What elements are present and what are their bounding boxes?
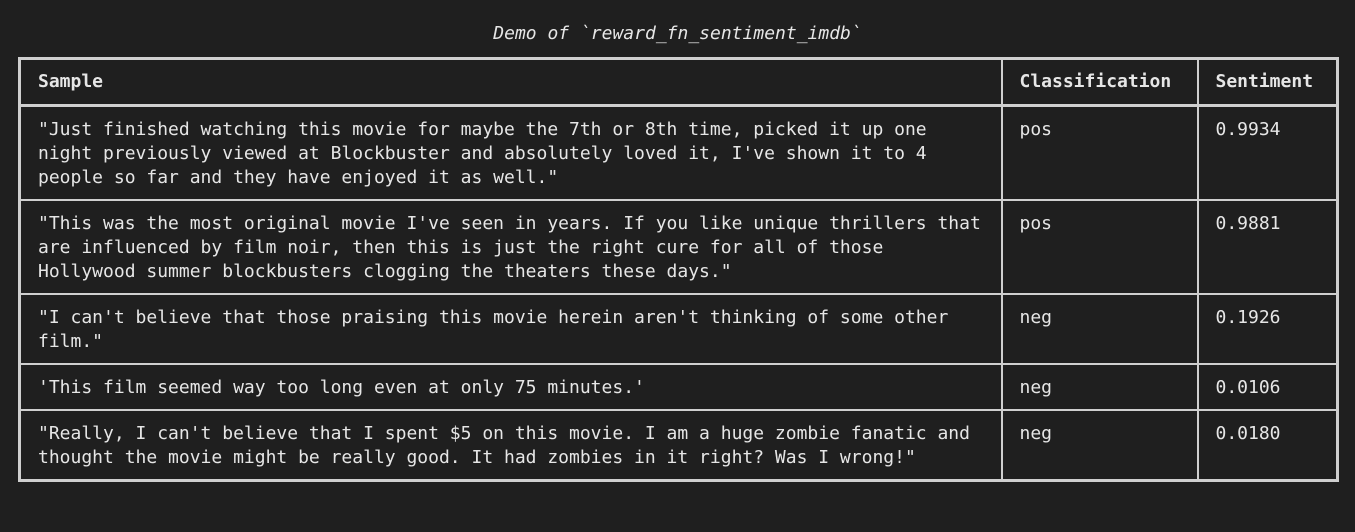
sentiment-cell: 0.1926	[1196, 293, 1339, 365]
classification-cell: neg	[1000, 293, 1199, 365]
classification-cell: pos	[1000, 104, 1199, 201]
sentiment-cell: 0.9934	[1196, 104, 1339, 201]
table-row: "Really, I can't believe that I spent $5…	[18, 409, 1339, 482]
sample-cell: "This was the most original movie I've s…	[18, 199, 1003, 295]
column-header-classification: Classification	[1000, 57, 1199, 107]
sample-cell: "Just finished watching this movie for m…	[18, 104, 1003, 201]
classification-cell: pos	[1000, 199, 1199, 295]
column-header-sentiment: Sentiment	[1196, 57, 1339, 107]
sentiment-cell: 0.9881	[1196, 199, 1339, 295]
sentiment-cell: 0.0180	[1196, 409, 1339, 482]
column-header-sample: Sample	[18, 57, 1003, 107]
table-header-row: Sample Classification Sentiment	[18, 57, 1339, 107]
table-row: "I can't believe that those praising thi…	[18, 293, 1339, 365]
table-caption: Demo of `reward_fn_sentiment_imdb`	[493, 23, 862, 44]
sample-cell: "Really, I can't believe that I spent $5…	[18, 409, 1003, 482]
sample-cell: 'This film seemed way too long even at o…	[18, 363, 1003, 411]
table-row: "Just finished watching this movie for m…	[18, 104, 1339, 201]
classification-cell: neg	[1000, 409, 1199, 482]
sample-cell: "I can't believe that those praising thi…	[18, 293, 1003, 365]
sentiment-cell: 0.0106	[1196, 363, 1339, 411]
table-row: "This was the most original movie I've s…	[18, 199, 1339, 295]
classification-cell: neg	[1000, 363, 1199, 411]
sentiment-demo-table: Sample Classification Sentiment "Just fi…	[18, 57, 1339, 482]
table-row: 'This film seemed way too long even at o…	[18, 363, 1339, 411]
